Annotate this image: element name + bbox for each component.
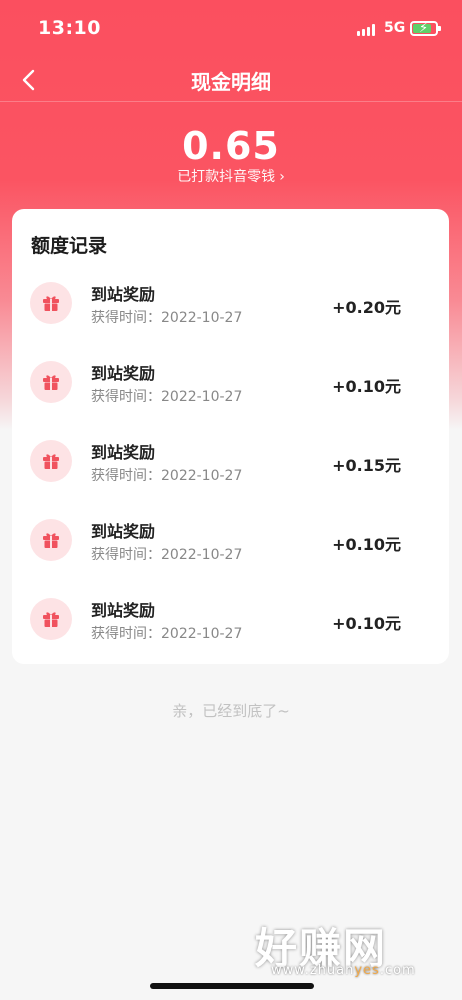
record-row: 到站奖励获得时间：2022-10-27 +0.10元 — [12, 354, 449, 433]
gift-icon — [30, 598, 72, 640]
records-list: 到站奖励 获得时间：2022-10-27 +0.20元 到站奖励 获得时间：2022-1… — [12, 275, 449, 670]
record-amount: +0.20元 — [332, 298, 401, 317]
record-title: 到站奖励 — [91, 601, 156, 620]
watermark-logo: 好赚网 www.zhuanyes.com — [255, 915, 455, 985]
record-time: 获得时间：2022-10-27 — [91, 547, 243, 563]
record-time: 获得时间：2022-10-27 — [91, 468, 243, 484]
record-row: 到站奖励获得时间：2022-10-27 +0.20元 — [12, 275, 449, 354]
record-title: 到站奖励 — [91, 285, 156, 304]
balance-subtitle: 已打款抖音零钱 — [177, 169, 276, 185]
record-amount: +0.15元 — [332, 456, 401, 475]
end-of-list-note: 亲，已经到底了~ — [172, 702, 290, 720]
gift-icon — [30, 440, 72, 482]
battery-icon: ⚡ — [410, 21, 441, 36]
nav-bar: 现金明细 — [0, 58, 462, 102]
record-amount: +0.10元 — [332, 535, 401, 554]
gift-icon — [30, 282, 72, 324]
page-title: 现金明细 — [191, 70, 271, 94]
record-row: 到站奖励获得时间：2022-10-27 +0.15元 — [12, 433, 449, 512]
network-type: 5G — [384, 20, 406, 36]
record-title: 到站奖励 — [91, 443, 156, 462]
record-row: 到站奖励获得时间：2022-10-27 +0.10元 — [12, 512, 449, 591]
record-time: 获得时间：2022-10-27 — [91, 626, 243, 642]
balance-link[interactable]: 已打款抖音零钱 › — [0, 166, 462, 186]
record-amount: +0.10元 — [332, 377, 401, 396]
record-amount: +0.10元 — [332, 614, 401, 633]
gift-icon — [30, 519, 72, 561]
signal-icon — [357, 24, 379, 36]
record-title: 到站奖励 — [91, 364, 156, 383]
watermark-url: www.zhuanyes.com — [271, 963, 416, 978]
record-time: 获得时间：2022-10-27 — [91, 389, 243, 405]
records-card: 额度记录 到站奖励 获得时间：2022-10-27 +0.20元 到站奖励 获得时间：2… — [12, 209, 449, 664]
status-time: 13:10 — [38, 17, 101, 39]
record-row: 到站奖励获得时间：2022-10-27 +0.10元 — [12, 591, 449, 670]
chevron-right-icon: › — [279, 169, 285, 185]
record-title: 到站奖励 — [91, 522, 156, 541]
balance-amount: 0.65 — [182, 124, 280, 168]
gift-icon — [30, 361, 72, 403]
records-title: 额度记录 — [31, 235, 108, 257]
record-time: 获得时间：2022-10-27 — [91, 310, 243, 326]
home-indicator — [150, 983, 314, 989]
status-bar: 13:10 5G ⚡ — [0, 0, 462, 58]
